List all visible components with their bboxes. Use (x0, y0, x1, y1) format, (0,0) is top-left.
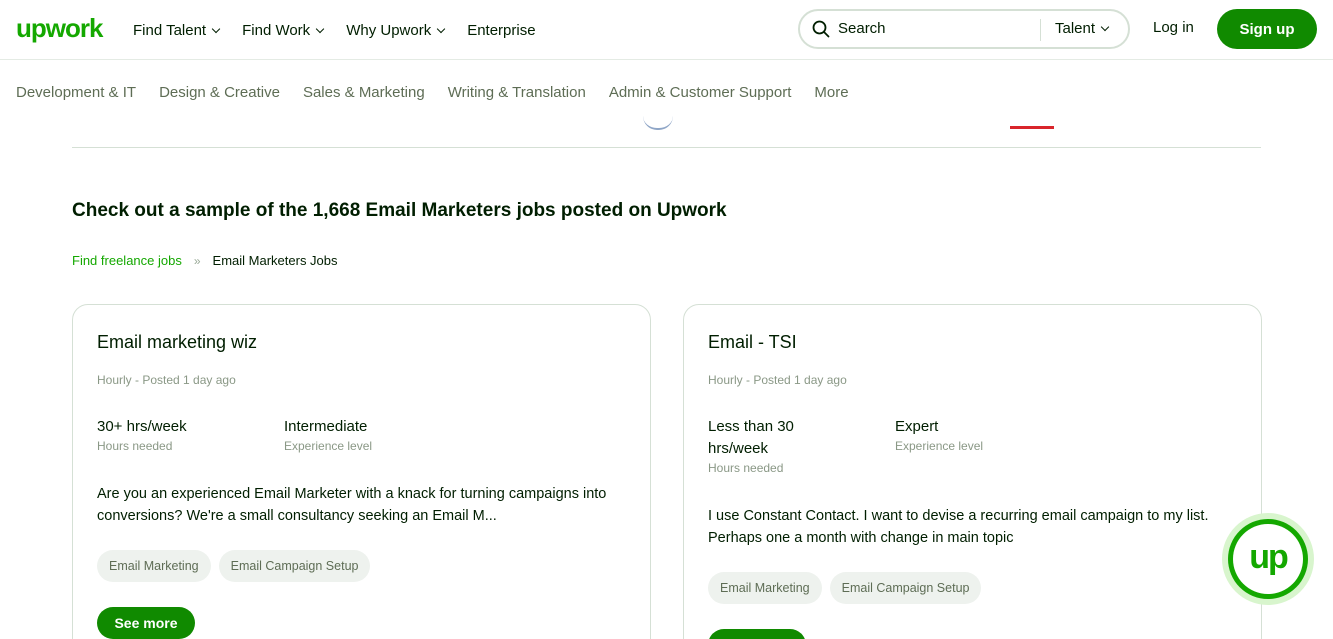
search-scope-dropdown[interactable]: Talent (1055, 20, 1110, 37)
job-meta: Hourly - Posted 1 day ago (708, 373, 847, 387)
category-development-it[interactable]: Development & IT (16, 84, 136, 101)
job-meta: Hourly - Posted 1 day ago (97, 373, 236, 387)
upwork-logo[interactable]: upwork (16, 14, 103, 42)
experience-value: Expert (895, 418, 939, 435)
partial-logo-graphic (643, 116, 673, 130)
hours-value: Less than 30 hrs/week (708, 418, 794, 457)
category-more[interactable]: More (814, 84, 848, 101)
experience-value: Intermediate (284, 418, 368, 435)
nav-find-work-label: Find Work (242, 21, 311, 39)
chevron-down-icon (211, 24, 221, 33)
job-card[interactable]: Email marketing wiz Hourly - Posted 1 da… (72, 304, 651, 639)
login-link[interactable]: Log in (1153, 19, 1194, 36)
category-sales-marketing[interactable]: Sales & Marketing (303, 84, 425, 101)
skill-tag[interactable]: Email Campaign Setup (218, 550, 371, 582)
breadcrumb-separator: » (193, 253, 201, 268)
chevron-down-icon (436, 24, 446, 33)
hours-label: Hours needed (708, 461, 784, 475)
breadcrumb-current: Email Marketers Jobs (212, 253, 338, 268)
section-divider (72, 147, 1261, 148)
hours-label: Hours needed (97, 439, 173, 453)
badge-inner: up (1233, 524, 1303, 594)
search-icon[interactable] (812, 20, 830, 38)
nav-find-talent-label: Find Talent (133, 21, 207, 39)
job-title[interactable]: Email marketing wiz (97, 332, 257, 353)
experience-label: Experience level (284, 439, 373, 453)
job-description: Are you an experienced Email Marketer wi… (97, 486, 607, 524)
floating-upwork-badge[interactable]: up (1222, 513, 1314, 605)
breadcrumb: Find freelance jobs » Email Marketers Jo… (72, 253, 338, 268)
category-admin-support[interactable]: Admin & Customer Support (609, 84, 792, 101)
skill-tag[interactable]: Email Marketing (708, 572, 822, 604)
see-more-button[interactable]: See more (97, 607, 195, 639)
accent-underline (1010, 126, 1054, 129)
nav-enterprise[interactable]: Enterprise (467, 22, 535, 39)
nav-why-upwork[interactable]: Why Upwork (346, 21, 446, 39)
chevron-down-icon (1100, 22, 1110, 32)
category-writing-translation[interactable]: Writing & Translation (448, 84, 586, 101)
skill-tag[interactable]: Email Marketing (97, 550, 211, 582)
skill-tag[interactable]: Email Campaign Setup (829, 572, 982, 604)
job-title[interactable]: Email - TSI (708, 332, 797, 353)
search-scope-label: Talent (1055, 20, 1096, 37)
nav-why-upwork-label: Why Upwork (346, 21, 432, 39)
experience-stat: Intermediate Experience level (284, 416, 454, 453)
breadcrumb-link-find-jobs[interactable]: Find freelance jobs (72, 253, 182, 268)
signup-button[interactable]: Sign up (1217, 9, 1317, 49)
badge-ring: up (1228, 519, 1308, 599)
hours-stat: 30+ hrs/week Hours needed (97, 416, 267, 453)
hours-value: 30+ hrs/week (97, 418, 187, 435)
search-input[interactable] (838, 20, 1028, 37)
search-bar: Talent (798, 9, 1130, 49)
page-heading: Check out a sample of the 1,668 Email Ma… (72, 200, 727, 221)
experience-label: Experience level (895, 439, 984, 453)
job-card[interactable]: Email - TSI Hourly - Posted 1 day ago Le… (683, 304, 1262, 639)
nav-find-talent[interactable]: Find Talent (133, 21, 221, 39)
see-more-button[interactable]: See more (708, 629, 806, 639)
nav-enterprise-label: Enterprise (467, 21, 536, 39)
experience-stat: Expert Experience level (895, 416, 1065, 453)
nav-find-work[interactable]: Find Work (242, 21, 325, 39)
hours-stat: Less than 30 hrs/week Hours needed (708, 416, 848, 475)
upwork-badge-icon: up (1249, 537, 1289, 576)
category-design-creative[interactable]: Design & Creative (159, 84, 280, 101)
chevron-down-icon (315, 24, 325, 33)
search-divider (1040, 19, 1041, 41)
job-description: I use Constant Contact. I want to devise… (708, 508, 1209, 546)
category-nav: Development & IT Design & Creative Sales… (0, 61, 1333, 123)
skill-tags: Email Marketing Email Campaign Setup (97, 550, 371, 582)
top-header: upwork Find Talent Find Work Why Upwork … (0, 0, 1333, 60)
skill-tags: Email Marketing Email Campaign Setup (708, 572, 982, 604)
main-nav: Find Talent Find Work Why Upwork Enterpr… (133, 0, 559, 60)
